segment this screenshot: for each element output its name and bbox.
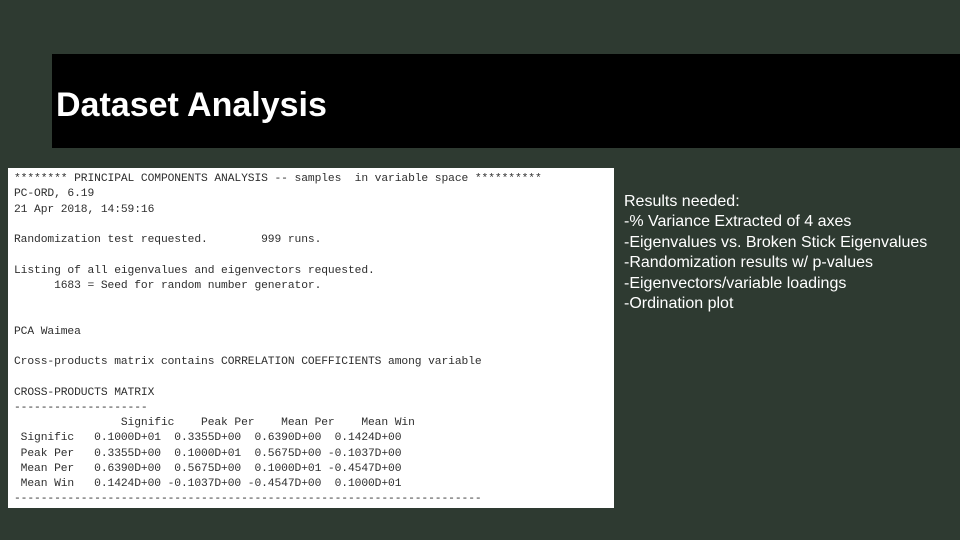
title-band: Dataset Analysis	[52, 62, 960, 148]
console-line: 21 Apr 2018, 14:59:16	[14, 204, 154, 216]
console-output: ******** PRINCIPAL COMPONENTS ANALYSIS -…	[8, 168, 614, 508]
console-line: Listing of all eigenvalues and eigenvect…	[14, 265, 375, 277]
console-line: Mean Win 0.1424D+00 -0.1037D+00 -0.4547D…	[14, 478, 401, 490]
results-item: -% Variance Extracted of 4 axes	[624, 212, 954, 232]
console-line: --------------------	[14, 402, 148, 414]
results-needed-list: Results needed: -% Variance Extracted of…	[624, 192, 954, 315]
console-line: Randomization test requested. 999 runs.	[14, 234, 321, 246]
results-item: -Randomization results w/ p-values	[624, 253, 954, 273]
slide: Dataset Analysis ******** PRINCIPAL COMP…	[0, 0, 960, 540]
console-line: CROSS-PRODUCTS MATRIX	[14, 387, 154, 399]
console-line: Signific Peak Per Mean Per Mean Win	[14, 417, 415, 429]
console-line: ******** PRINCIPAL COMPONENTS ANALYSIS -…	[14, 173, 542, 185]
console-line: PCA Waimea	[14, 326, 81, 338]
console-line: PC-ORD, 6.19	[14, 188, 94, 200]
console-line: 1683 = Seed for random number generator.	[14, 280, 321, 292]
accent-bar	[52, 54, 960, 62]
results-item: -Eigenvectors/variable loadings	[624, 274, 954, 294]
console-line: Mean Per 0.6390D+00 0.5675D+00 0.1000D+0…	[14, 463, 401, 475]
console-line: Signific 0.1000D+01 0.3355D+00 0.6390D+0…	[14, 432, 401, 444]
results-heading: Results needed:	[624, 192, 954, 212]
console-line: Cross-products matrix contains CORRELATI…	[14, 356, 482, 368]
results-item: -Ordination plot	[624, 294, 954, 314]
slide-title: Dataset Analysis	[52, 86, 327, 125]
console-line: Peak Per 0.3355D+00 0.1000D+01 0.5675D+0…	[14, 448, 401, 460]
results-item: -Eigenvalues vs. Broken Stick Eigenvalue…	[624, 233, 954, 253]
console-line: ----------------------------------------…	[14, 493, 482, 505]
